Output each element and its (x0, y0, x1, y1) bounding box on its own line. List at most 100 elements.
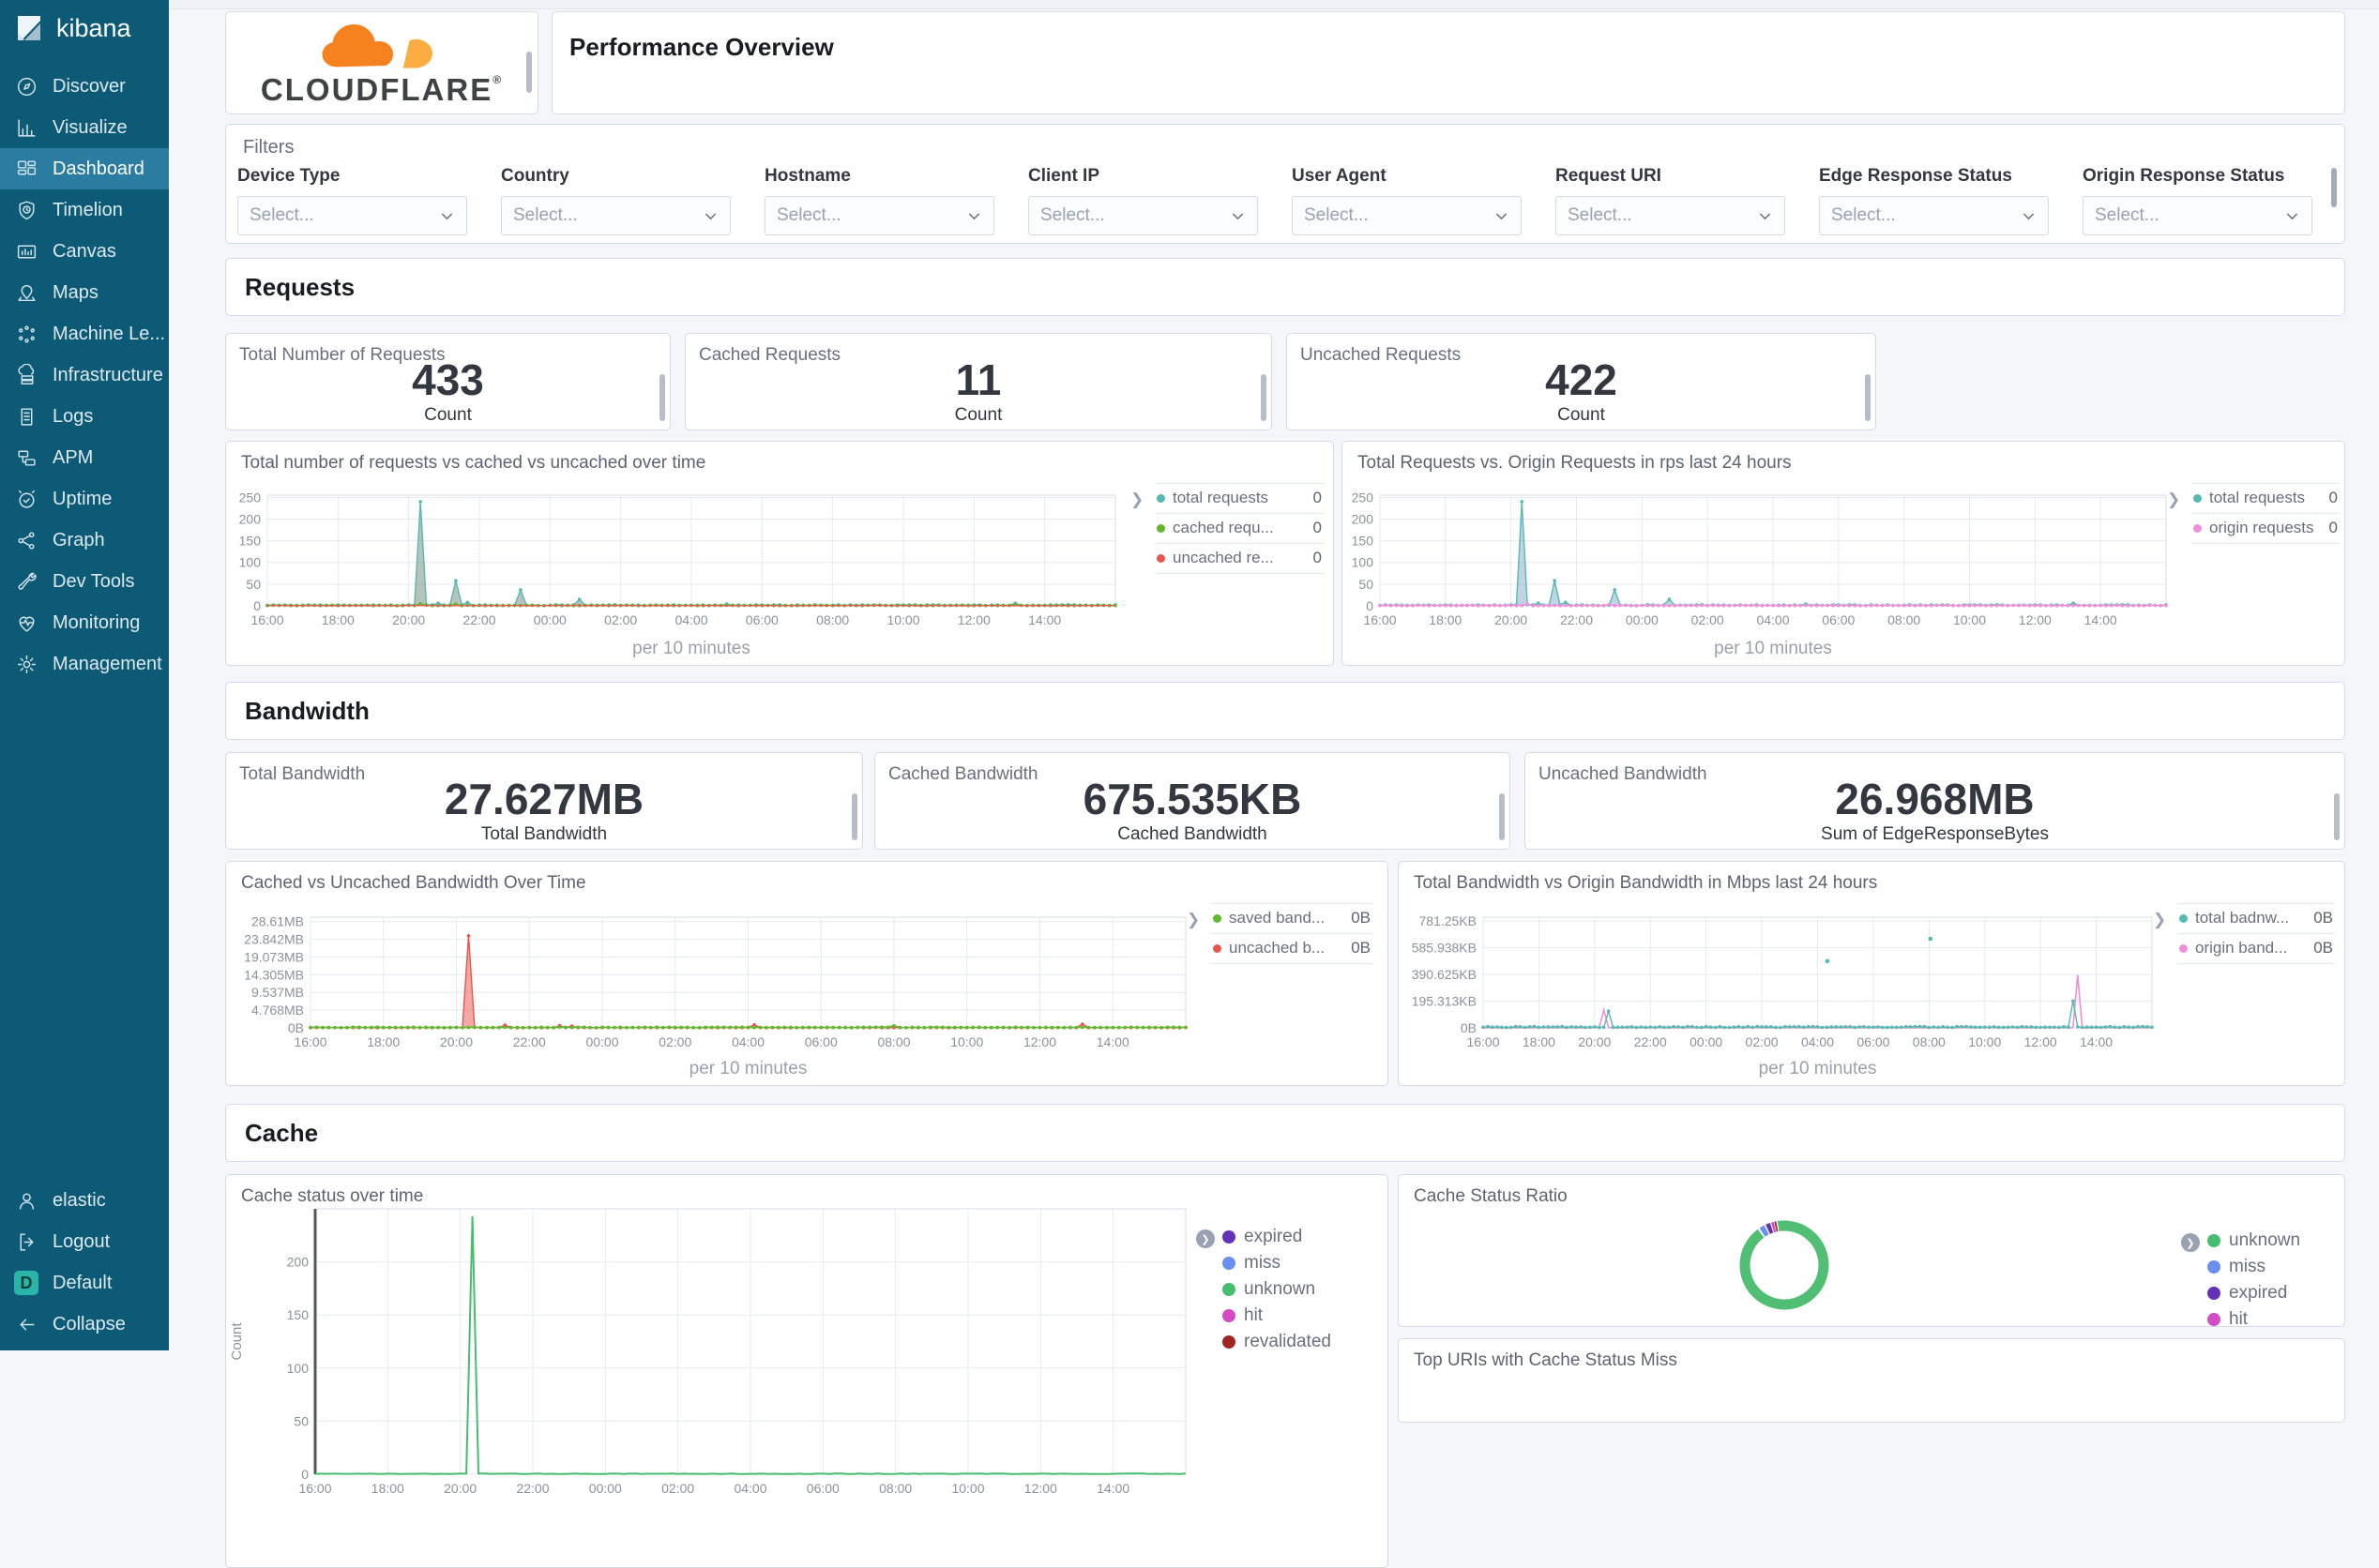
legend-item-uncached-re[interactable]: uncached re... 0 (1155, 543, 1324, 574)
svg-text:14:00: 14:00 (2080, 1034, 2113, 1049)
legend-collapse-icon[interactable]: ❯ (1196, 1229, 1215, 1248)
cache-status-ratio-donut[interactable] (1399, 1175, 2344, 1326)
sidebar-item-graph[interactable]: Graph (0, 520, 169, 561)
filter-select[interactable]: Select... (1555, 196, 1785, 235)
map-pin-icon (14, 280, 38, 305)
legend-item-saved-band[interactable]: saved band... 0B (1211, 903, 1372, 933)
sidebar-item-maps[interactable]: Maps (0, 272, 169, 313)
panel-scrollbar[interactable] (659, 374, 665, 421)
legend-item-revalidated[interactable]: revalidated (1222, 1329, 1380, 1355)
panel-scrollbar[interactable] (852, 793, 857, 840)
sidebar-item-apm[interactable]: APM (0, 437, 169, 478)
svg-text:06:00: 06:00 (1856, 1034, 1889, 1049)
legend-item-unknown[interactable]: unknown (1222, 1276, 1380, 1303)
svg-text:18:00: 18:00 (1429, 612, 1462, 627)
legend-item-cached-requ[interactable]: cached requ... 0 (1155, 513, 1324, 543)
panel-scrollbar[interactable] (526, 52, 532, 93)
legend-collapse-icon[interactable]: ❯ (1130, 490, 1144, 509)
sidebar-footer: elastic Logout D Default Collapse (0, 1180, 169, 1350)
metric-total-bandwidth: Total Bandwidth 27.627MB Total Bandwidth (225, 752, 863, 850)
panel-scrollbar[interactable] (1499, 793, 1505, 840)
svg-text:10:00: 10:00 (950, 1034, 983, 1049)
svg-text:00:00: 00:00 (534, 612, 567, 627)
legend-item-total-badnw[interactable]: total badnw... 0B (2177, 903, 2335, 933)
legend-label: total requests (1173, 489, 1269, 506)
legend-dot (1213, 913, 1221, 923)
sidebar-item-logout[interactable]: Logout (0, 1221, 169, 1262)
legend-label: revalidated (1244, 1332, 1331, 1351)
sidebar-item-management[interactable]: Management (0, 643, 169, 685)
svg-text:per 10 minutes: per 10 minutes (1759, 1059, 1877, 1078)
metric-total-requests: Total Number of Requests 433 Count (225, 333, 671, 430)
sidebar-item-visualize[interactable]: Visualize (0, 107, 169, 148)
legend-collapse-icon[interactable]: ❯ (2153, 911, 2166, 929)
sidebar-item-label: Collapse (53, 1313, 126, 1334)
panel-scrollbar[interactable] (1261, 374, 1266, 421)
sidebar-item-elastic[interactable]: elastic (0, 1180, 169, 1221)
chevron-down-icon (705, 213, 717, 219)
panel-scrollbar[interactable] (2334, 793, 2340, 840)
sidebar-item-infrastructure[interactable]: Infrastructure (0, 354, 169, 396)
sidebar-item-uptime[interactable]: Uptime (0, 478, 169, 520)
svg-text:00:00: 00:00 (589, 1481, 622, 1496)
filter-user-agent: User Agent Select... (1292, 166, 1522, 235)
sidebar-item-machine-le[interactable]: Machine Le... (0, 313, 169, 354)
legend-dot (1222, 1283, 1235, 1296)
sidebar-item-label: elastic (53, 1189, 106, 1211)
filter-select[interactable]: Select... (1292, 196, 1522, 235)
filter-label: Origin Response Status (2083, 166, 2285, 186)
filter-select[interactable]: Select... (501, 196, 731, 235)
sidebar-item-timelion[interactable]: Timelion (0, 189, 169, 231)
filter-edge-response-status: Edge Response Status Select... (1819, 166, 2049, 235)
legend-item-miss[interactable]: miss (2207, 1254, 2339, 1280)
legend-item-unknown[interactable]: unknown (2207, 1228, 2339, 1254)
sidebar-item-logs[interactable]: Logs (0, 396, 169, 437)
legend-item-uncached-b[interactable]: uncached b... 0B (1211, 933, 1372, 964)
legend-collapse-icon[interactable]: ❯ (2181, 1233, 2200, 1252)
filter-select[interactable]: Select... (2083, 196, 2312, 235)
svg-text:22:00: 22:00 (1560, 612, 1593, 627)
ml-dots-icon (14, 322, 38, 346)
legend-item-total-requests[interactable]: total requests 0 (1155, 483, 1324, 513)
legend-item-hit[interactable]: hit (1222, 1303, 1380, 1329)
svg-text:0: 0 (1366, 598, 1373, 613)
legend-item-origin-requests[interactable]: origin requests 0 (2191, 513, 2340, 544)
sidebar-item-dev-tools[interactable]: Dev Tools (0, 561, 169, 602)
sidebar-item-canvas[interactable]: Canvas (0, 231, 169, 272)
legend-item-hit[interactable]: hit (2207, 1306, 2339, 1326)
legend-collapse-icon[interactable]: ❯ (1187, 911, 1200, 929)
svg-text:50: 50 (246, 577, 261, 592)
cache-status-over-time-chart[interactable]: 16:00 18:00 20:00 22:00 00:00 02:00 04:00 06:00… (226, 1203, 1387, 1567)
sidebar-item-default[interactable]: D Default (0, 1262, 169, 1304)
panel-top-uris-cache-miss: Top URIs with Cache Status Miss (1398, 1338, 2345, 1423)
legend-item-expired[interactable]: expired (2207, 1280, 2339, 1306)
sidebar-item-collapse[interactable]: Collapse (0, 1304, 169, 1345)
filter-select[interactable]: Select... (1028, 196, 1258, 235)
filter-select[interactable]: Select... (1819, 196, 2049, 235)
sidebar-item-label: APM (53, 446, 94, 468)
legend-value: 0B (2313, 909, 2333, 927)
filter-select[interactable]: Select... (765, 196, 994, 235)
filter-select[interactable]: Select... (237, 196, 467, 235)
sidebar-item-monitoring[interactable]: Monitoring (0, 602, 169, 643)
legend-label: total requests (2209, 489, 2306, 506)
filter-client-ip: Client IP Select... (1028, 166, 1258, 235)
sidebar-item-dashboard[interactable]: Dashboard (0, 148, 169, 189)
legend-item-miss[interactable]: miss (1222, 1250, 1380, 1276)
legend-collapse-icon[interactable]: ❯ (2167, 490, 2180, 509)
panel-scrollbar[interactable] (2331, 168, 2337, 207)
kibana-logo[interactable]: kibana (0, 0, 169, 56)
panel-scrollbar[interactable] (1865, 374, 1871, 421)
svg-text:02:00: 02:00 (661, 1481, 694, 1496)
legend-item-total-requests[interactable]: total requests 0 (2191, 483, 2340, 513)
svg-text:06:00: 06:00 (807, 1481, 840, 1496)
svg-text:08:00: 08:00 (1913, 1034, 1946, 1049)
panel-total-vs-origin-bandwidth: Total Bandwidth vs Origin Bandwidth in M… (1398, 861, 2345, 1086)
chevron-down-icon (1759, 213, 1771, 219)
sidebar-item-discover[interactable]: Discover (0, 66, 169, 107)
legend-item-origin-band[interactable]: origin band... 0B (2177, 933, 2335, 964)
sidebar-item-label: Timelion (53, 199, 123, 220)
legend-item-expired[interactable]: expired (1222, 1224, 1380, 1250)
svg-text:14:00: 14:00 (2084, 612, 2117, 627)
svg-text:18:00: 18:00 (367, 1034, 400, 1049)
